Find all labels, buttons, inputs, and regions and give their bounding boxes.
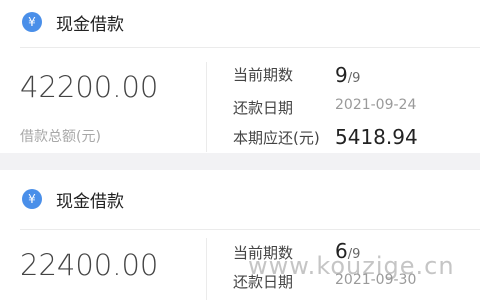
due-amount-value: 5418.94 xyxy=(335,125,418,149)
repay-date-label: 还款日期 xyxy=(233,99,294,117)
current-period-number: 9 xyxy=(335,63,348,87)
watermark: www.kouzige.cn xyxy=(248,252,455,280)
vertical-divider xyxy=(206,238,207,300)
loan-total-amount: 22400.00 xyxy=(20,248,159,282)
loan-total-amount: 42200.00 xyxy=(20,70,159,104)
yuan-coin-icon: ¥ xyxy=(22,12,42,32)
total-periods: /9 xyxy=(347,71,361,86)
header-divider xyxy=(20,229,480,230)
due-amount-label: 本期应还(元) xyxy=(233,129,320,147)
current-period-value: 9/9 xyxy=(335,63,360,87)
repay-date-value: 2021-09-24 xyxy=(335,97,417,113)
loan-type-title: 现金借款 xyxy=(56,15,124,35)
current-period-label: 当前期数 xyxy=(233,66,294,84)
loan-card-header[interactable]: ¥ 现金借款 xyxy=(0,170,480,230)
loan-total-label: 借款总额(元) xyxy=(20,129,101,145)
loan-type-title: 现金借款 xyxy=(56,192,124,212)
loan-card-header[interactable]: ¥ 现金借款 xyxy=(0,0,480,48)
vertical-divider xyxy=(206,62,207,152)
loan-card-1[interactable]: ¥ 现金借款 42200.00 借款总额(元) 当前期数 9/9 还款日期 20… xyxy=(0,0,480,153)
header-divider xyxy=(20,47,480,48)
yuan-coin-icon: ¥ xyxy=(22,189,42,209)
